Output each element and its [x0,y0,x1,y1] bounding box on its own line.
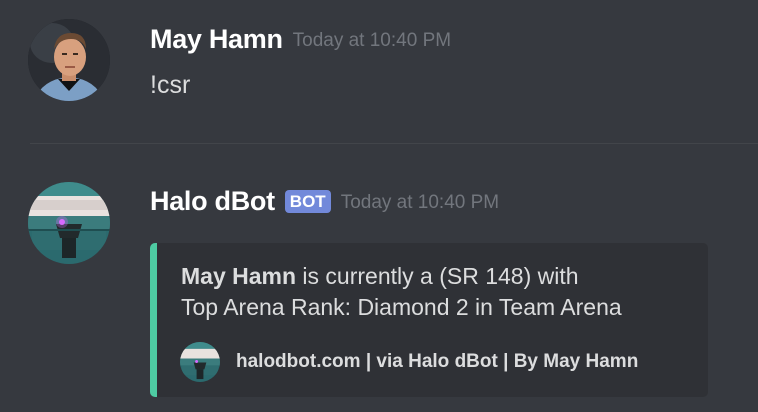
embed-user-bold: May Hamn [181,263,297,289]
message-may-hamn: May Hamn Today at 10:40 PM !csr [0,0,758,140]
bot-badge: BOT [284,190,331,213]
message-header: Halo dBot BOT Today at 10:40 PM [150,186,499,217]
message-divider [30,143,758,144]
message-content: !csr [150,71,191,99]
user-avatar-icon[interactable] [28,19,110,101]
message-header: May Hamn Today at 10:40 PM [150,24,451,55]
embed-description: May Hamn is currently a (SR 148) with To… [181,261,701,323]
timestamp: Today at 10:40 PM [292,30,452,51]
timestamp: Today at 10:40 PM [340,192,500,213]
embed-accent-bar [150,243,157,397]
chat-channel: May Hamn Today at 10:40 PM !csr Halo dBo… [0,0,758,412]
bot-avatar-icon[interactable] [28,182,110,264]
embed-line-2: Top Arena Rank: Diamond 2 in Team Arena [181,294,622,320]
message-halo-dbot: Halo dBot BOT Today at 10:40 PM May Hamn… [0,146,758,412]
embed-line-1: May Hamn is currently a (SR 148) with [181,261,701,292]
embed: May Hamn is currently a (SR 148) with To… [150,243,708,397]
embed-footer: halodbot.com | via Halo dBot | By May Ha… [180,342,638,382]
username[interactable]: May Hamn [150,24,283,55]
embed-line-1-text: is currently a (SR 148) with [296,263,579,289]
embed-footer-text: halodbot.com | via Halo dBot | By May Ha… [236,351,639,372]
username[interactable]: Halo dBot [150,186,275,217]
bot-footer-icon [180,342,220,382]
